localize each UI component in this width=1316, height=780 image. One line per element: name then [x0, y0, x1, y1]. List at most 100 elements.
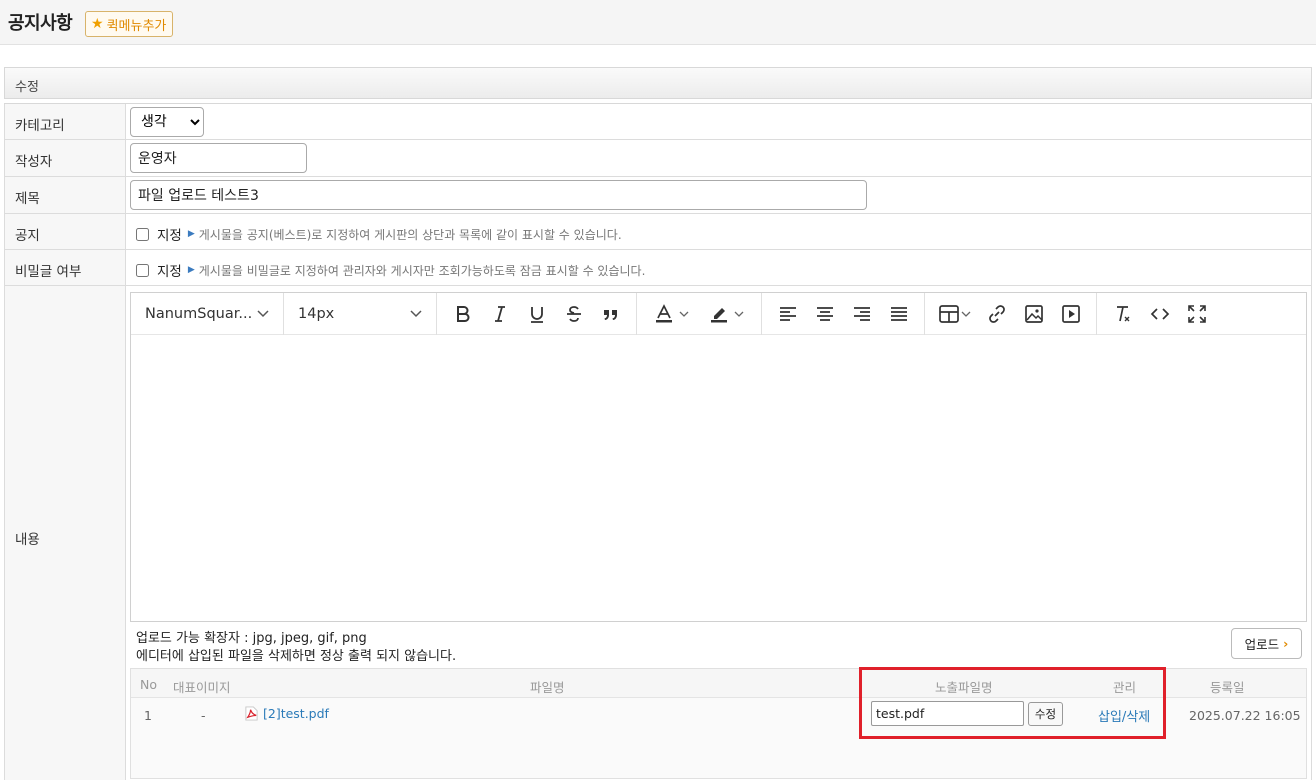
chevron-down-icon	[410, 309, 422, 317]
row-content: 내용 NanumSquar... 14px 업로드 가능 확장자: jpg, …	[4, 286, 1312, 780]
caret-right-icon: ▶	[187, 229, 195, 239]
row-secret: 비밀글 여부 지정 ▶ 게시물을 비밀글로 지정하여 관리자와 게시자만 조회가…	[4, 250, 1312, 286]
header-date: 등록일	[1210, 680, 1245, 695]
header-no: No	[140, 677, 157, 692]
upload-warning-note: 에디터에 삽입된 파일을 삭제하면 정상 출력 되지 않습니다.	[136, 649, 457, 664]
subject-input[interactable]	[130, 180, 867, 210]
quote-button[interactable]	[592, 298, 629, 330]
link-button[interactable]	[978, 298, 1015, 330]
font-family-select[interactable]: NanumSquar...	[139, 306, 275, 322]
notice-option: 지정 ▶ 게시물을 공지(베스트)로 지정하여 게시판의 상단과 목록에 같이 …	[136, 224, 622, 244]
image-button[interactable]	[1015, 298, 1052, 330]
notice-hint: 게시물을 공지(베스트)로 지정하여 게시판의 상단과 목록에 같이 표시할 수…	[198, 227, 622, 242]
fullscreen-icon	[1187, 304, 1206, 323]
star-icon: ★	[91, 16, 104, 32]
editor-toolbar: NanumSquar... 14px	[131, 292, 1306, 335]
link-icon	[988, 304, 1005, 323]
strikethrough-icon	[566, 305, 581, 322]
align-left-icon	[779, 306, 796, 321]
image-icon	[1024, 304, 1043, 323]
chevron-down-icon	[257, 309, 269, 317]
code-view-button[interactable]	[1141, 298, 1178, 330]
table-row: 1 - [2]test.pdf 수정 삽입/삭제 2025.07.22 16:0…	[131, 698, 1306, 736]
edit-form: 카테고리 생각 작성자 제목 공지 지정 ▶ 게시물을 공지(베스트)로 지정하…	[4, 103, 1312, 780]
font-color-button[interactable]	[644, 298, 699, 330]
author-input[interactable]	[130, 143, 307, 173]
quick-menu-label: 퀵메뉴추가	[106, 18, 167, 34]
highlight-icon	[710, 307, 743, 322]
highlight-button[interactable]	[699, 298, 754, 330]
table-button[interactable]	[932, 298, 978, 330]
header-manage: 관리	[1113, 680, 1137, 695]
notice-label: 공지	[15, 228, 40, 244]
italic-button[interactable]	[481, 298, 518, 330]
content-label: 내용	[15, 532, 40, 548]
secret-checkbox-label[interactable]: 지정	[157, 260, 182, 280]
table-icon	[939, 304, 971, 323]
align-right-button[interactable]	[843, 298, 880, 330]
align-left-button[interactable]	[769, 298, 806, 330]
underline-icon	[530, 306, 543, 323]
upload-info: 업로드 가능 확장자 : jpg, jpeg, gif, png 에디터에 삽입…	[136, 630, 456, 666]
page-title: 공지사항	[8, 13, 73, 34]
file-download-link[interactable]: [2]test.pdf	[244, 706, 329, 721]
row-category: 카테고리 생각	[4, 104, 1312, 140]
section-header: 수정	[4, 67, 1312, 99]
chevron-right-icon: ›	[1283, 636, 1289, 651]
strikethrough-button[interactable]	[555, 298, 592, 330]
secret-label: 비밀글 여부	[15, 264, 82, 280]
row-date: 2025.07.22 16:05	[1189, 708, 1301, 723]
align-justify-icon	[890, 306, 907, 321]
rich-text-editor: NanumSquar... 14px	[130, 292, 1307, 622]
file-actions: 삽입/삭제	[1098, 706, 1150, 725]
fullscreen-button[interactable]	[1178, 298, 1215, 330]
video-button[interactable]	[1052, 298, 1089, 330]
delete-link[interactable]: 삭제	[1126, 710, 1150, 725]
header-display-name: 노출파일명	[935, 680, 993, 695]
display-name-input[interactable]	[871, 701, 1024, 726]
code-view-icon	[1150, 307, 1169, 320]
top-bar: 공지사항 ★ 퀵메뉴추가	[0, 0, 1316, 45]
row-author: 작성자	[4, 140, 1312, 177]
underline-button[interactable]	[518, 298, 555, 330]
bold-icon	[456, 305, 469, 322]
notice-checkbox[interactable]	[136, 227, 149, 241]
category-label: 카테고리	[15, 118, 65, 134]
row-thumbnail: -	[201, 708, 206, 723]
caret-right-icon: ▶	[187, 265, 195, 275]
align-center-button[interactable]	[806, 298, 843, 330]
secret-option: 지정 ▶ 게시물을 비밀글로 지정하여 관리자와 게시자만 조회가능하도록 잠금…	[136, 260, 645, 280]
quick-menu-add-button[interactable]: ★ 퀵메뉴추가	[85, 11, 174, 37]
subject-label: 제목	[15, 191, 40, 207]
secret-checkbox[interactable]	[136, 263, 149, 277]
section-title: 수정	[15, 80, 39, 95]
row-no: 1	[144, 708, 152, 723]
quote-icon	[603, 309, 617, 320]
header-filename: 파일명	[530, 680, 565, 695]
upload-extensions-note: 업로드 가능 확장자 : jpg, jpeg, gif, png	[136, 631, 367, 646]
row-subject: 제목	[4, 177, 1312, 214]
attached-files-table: No 대표이미지 파일명 노출파일명 관리 등록일 1 - [2]test.pd…	[130, 668, 1307, 779]
secret-hint: 게시물을 비밀글로 지정하여 관리자와 게시자만 조회가능하도록 잠금 표시할 …	[198, 263, 646, 278]
clear-format-icon	[1116, 305, 1129, 321]
row-notice: 공지 지정 ▶ 게시물을 공지(베스트)로 지정하여 게시판의 상단과 목록에 …	[4, 214, 1312, 250]
align-justify-button[interactable]	[880, 298, 917, 330]
align-center-icon	[816, 306, 833, 321]
file-table-header: No 대표이미지 파일명 노출파일명 관리 등록일	[131, 669, 1306, 698]
font-size-select[interactable]: 14px	[292, 306, 428, 322]
bold-button[interactable]	[444, 298, 481, 330]
italic-icon	[494, 305, 505, 322]
category-select[interactable]: 생각	[130, 107, 204, 137]
notice-checkbox-label[interactable]: 지정	[157, 224, 182, 244]
pdf-file-icon	[245, 706, 258, 721]
rename-button[interactable]: 수정	[1028, 702, 1063, 726]
font-color-icon	[655, 303, 688, 322]
editor-content-area[interactable]	[131, 336, 1306, 621]
insert-link[interactable]: 삽입	[1098, 710, 1122, 725]
video-icon	[1061, 304, 1080, 323]
clear-format-button[interactable]	[1104, 298, 1141, 330]
header-thumbnail: 대표이미지	[173, 680, 231, 695]
author-label: 작성자	[15, 154, 53, 170]
upload-button[interactable]: 업로드 ›	[1231, 628, 1302, 659]
align-right-icon	[853, 306, 870, 321]
